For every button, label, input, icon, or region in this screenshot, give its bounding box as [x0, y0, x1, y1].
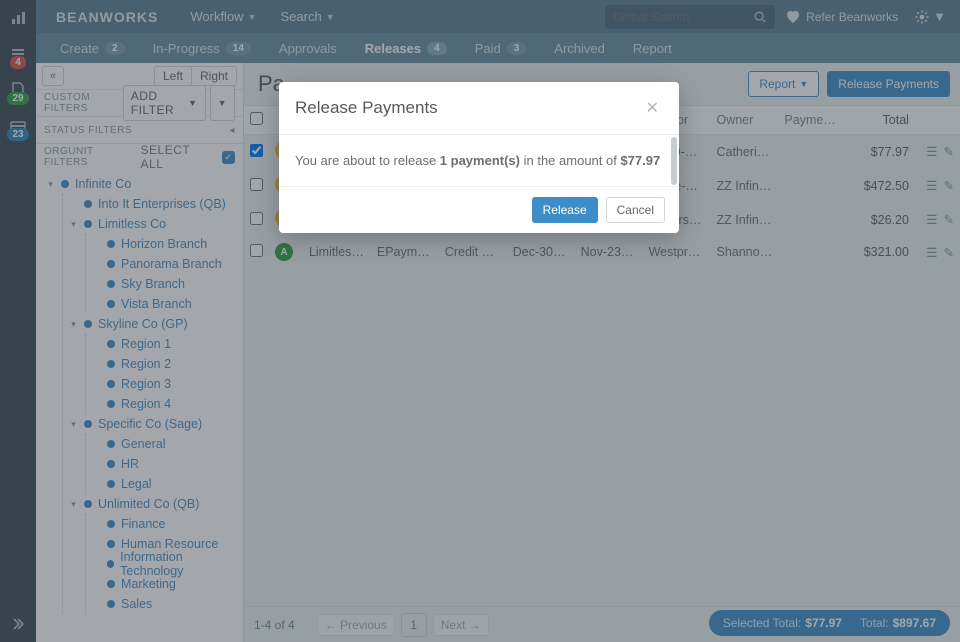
modal-text: You are about to release — [295, 153, 440, 168]
modal-text: in the amount of — [520, 153, 620, 168]
modal-body: You are about to release 1 payment(s) in… — [279, 135, 679, 187]
release-payments-modal: Release Payments ✕ You are about to rele… — [279, 82, 679, 233]
modal-release-button[interactable]: Release — [532, 197, 598, 223]
btn-label: Cancel — [617, 203, 654, 217]
modal-cancel-button[interactable]: Cancel — [606, 197, 665, 223]
modal-header: Release Payments ✕ — [279, 82, 679, 135]
modal-amount: $77.97 — [620, 153, 660, 168]
scrollbar-thumb[interactable] — [671, 137, 677, 185]
modal-close-button[interactable]: ✕ — [642, 96, 663, 120]
btn-label: Release — [543, 203, 587, 217]
modal-title: Release Payments — [295, 98, 642, 118]
modal-footer: Release Cancel — [279, 187, 679, 233]
modal-payment-count: 1 payment(s) — [440, 153, 520, 168]
